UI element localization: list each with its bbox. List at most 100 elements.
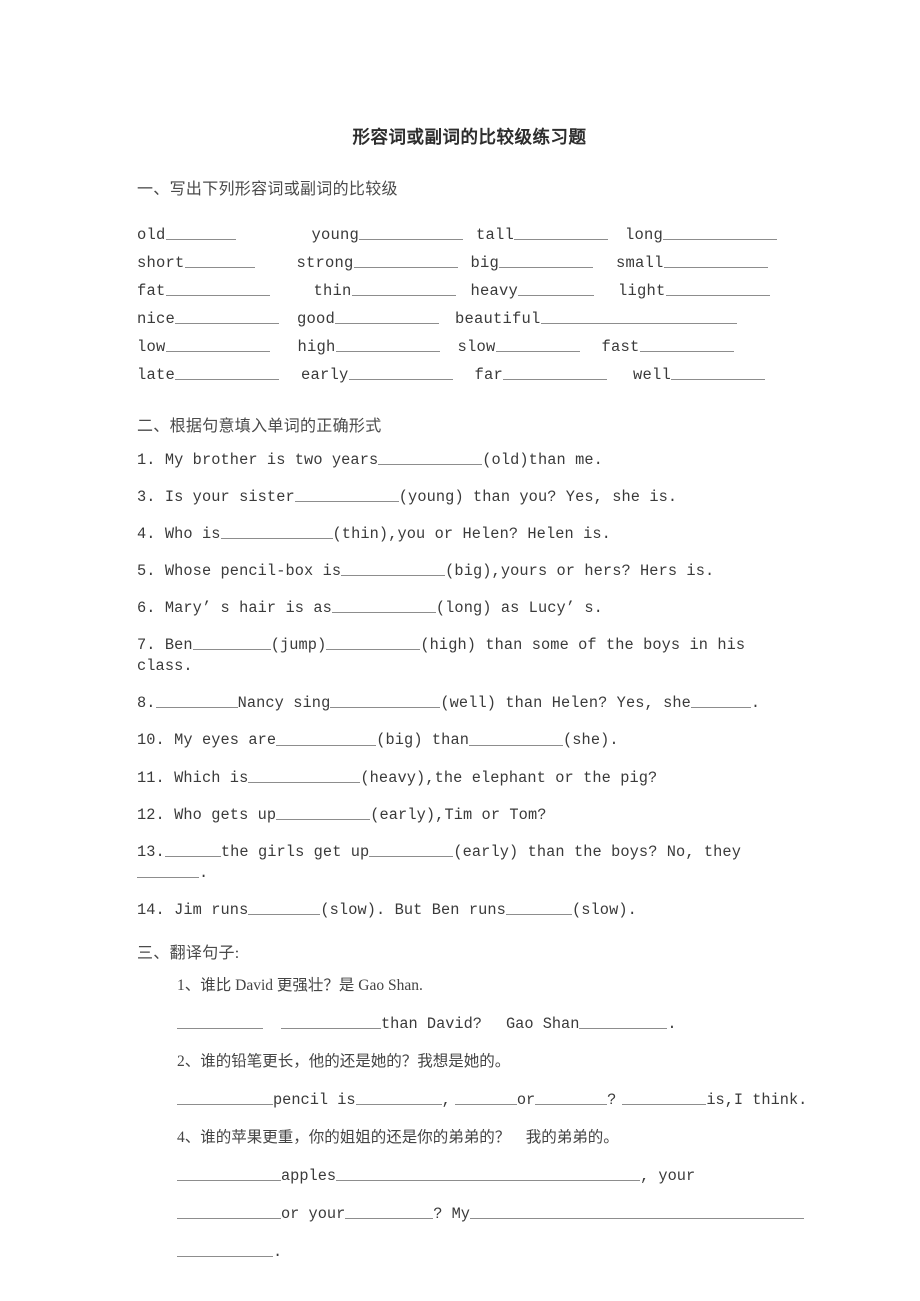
answer-blank[interactable] <box>341 561 446 577</box>
comparative-blank[interactable] <box>175 365 280 380</box>
translation-prompt: 2、谁的铅笔更长，他的还是她的？我想是她的。 <box>177 1052 511 1070</box>
question-item: 1. My brother is two years (old)than me. <box>137 450 802 471</box>
word-entry: early <box>301 361 453 389</box>
question-item: 14. Jim runs (slow). But Ben runs (slow). <box>137 900 802 921</box>
comparative-blank[interactable] <box>665 281 770 296</box>
answer-blank[interactable] <box>622 1090 707 1105</box>
translation-answer-line: or your ? My <box>177 1203 804 1225</box>
question-text: 5. Whose pencil-box is <box>137 562 342 581</box>
comparative-blank[interactable] <box>671 365 766 380</box>
question-text: the girls get up <box>220 842 370 861</box>
answer-blank[interactable] <box>535 1090 608 1105</box>
question-text: 6. Mary’ s hair is as <box>137 599 332 618</box>
word-list-row: short strong big small <box>137 249 802 277</box>
translation-text: apples <box>281 1166 337 1185</box>
comparative-blank[interactable] <box>335 337 440 352</box>
answer-blank[interactable] <box>220 524 333 540</box>
question-item: 12. Who gets up (early),Tim or Tom? <box>137 805 802 826</box>
comparative-blank[interactable] <box>335 309 440 324</box>
comparative-blank[interactable] <box>165 281 270 296</box>
word-label: slow <box>457 338 496 356</box>
section-3-heading: 三、翻译句子: <box>137 944 240 962</box>
word-label: tall <box>476 226 515 244</box>
translation-answer-line: pencil is, or? is,I think. <box>177 1089 807 1111</box>
section-1-heading: 一、写出下列形容词或副词的比较级 <box>137 181 398 198</box>
comparative-blank[interactable] <box>499 253 594 268</box>
answer-blank[interactable] <box>331 598 436 614</box>
answer-blank[interactable] <box>281 1014 381 1029</box>
answer-blank[interactable] <box>177 1014 263 1029</box>
answer-blank[interactable] <box>177 1090 273 1105</box>
comparative-blank[interactable] <box>165 225 236 240</box>
page-title: 形容词或副词的比较级练习题 <box>352 127 587 147</box>
answer-blank[interactable] <box>155 693 238 709</box>
comparative-blank[interactable] <box>351 281 456 296</box>
question-text: 14. Jim runs <box>137 900 249 919</box>
translation-answer-line: than David? Gao Shan. <box>177 1013 802 1035</box>
answer-blank[interactable] <box>177 1204 281 1219</box>
answer-blank[interactable] <box>276 730 377 746</box>
answer-blank[interactable] <box>378 450 483 466</box>
translation-answer-line: . <box>177 1241 802 1263</box>
answer-blank[interactable] <box>177 1166 281 1181</box>
answer-blank[interactable] <box>177 1242 273 1257</box>
translation-text: than David? <box>381 1014 482 1033</box>
translation-text: , <box>441 1090 451 1109</box>
question-text: 4. Who is <box>137 525 221 544</box>
word-entry: good <box>297 305 440 333</box>
word-list-row: fat thin heavy light <box>137 277 802 305</box>
answer-blank[interactable] <box>137 863 199 878</box>
comparative-blank[interactable] <box>639 337 734 352</box>
comparative-blank[interactable] <box>540 309 737 324</box>
fill-in-blank-question-list: 1. My brother is two years (old)than me. 3… <box>137 450 802 921</box>
comparative-blank[interactable] <box>514 225 609 240</box>
answer-blank[interactable] <box>469 730 563 746</box>
question-text: 3. Is your sister <box>137 488 295 507</box>
comparative-blank[interactable] <box>518 281 595 296</box>
question-text: (old)than me. <box>482 451 603 470</box>
answer-blank[interactable] <box>454 1090 517 1105</box>
answer-blank[interactable] <box>330 693 441 709</box>
answer-blank[interactable] <box>369 842 454 857</box>
answer-blank[interactable] <box>294 487 399 503</box>
answer-blank[interactable] <box>345 1204 434 1219</box>
question-item: 10. My eyes are (big) than (she). <box>137 730 802 751</box>
answer-blank[interactable] <box>505 900 572 915</box>
question-item: 13. the girls get up (early) than the boys… <box>137 842 802 884</box>
answer-blank[interactable] <box>469 1204 804 1219</box>
word-list-row: late early far well <box>137 361 802 389</box>
answer-blank[interactable] <box>248 768 361 783</box>
word-label: long <box>625 226 664 244</box>
question-text: 7. Ben <box>137 636 193 655</box>
translation-prompt: 4、谁的苹果更重，你的姐姐的还是你的弟弟的？ 我的弟弟的。 <box>177 1128 619 1146</box>
answer-blank[interactable] <box>355 1090 442 1105</box>
comparative-blank[interactable] <box>663 225 778 240</box>
question-text: (big),yours or hers? Hers is. <box>445 562 715 581</box>
answer-blank[interactable] <box>690 693 751 709</box>
comparative-blank[interactable] <box>175 309 280 324</box>
word-label: beautiful <box>455 310 541 328</box>
word-list-row: old young tall long <box>137 221 802 249</box>
answer-blank[interactable] <box>579 1014 668 1029</box>
question-text: 8. <box>137 694 156 713</box>
answer-blank[interactable] <box>276 805 371 820</box>
question-text: 1. My brother is two years <box>137 451 379 470</box>
comparative-blank[interactable] <box>184 253 255 268</box>
comparative-blank[interactable] <box>353 253 458 268</box>
question-item: 5. Whose pencil-box is (big),yours or her… <box>137 561 802 582</box>
word-label: low <box>137 338 166 356</box>
answer-blank[interactable] <box>248 900 321 915</box>
comparative-blank[interactable] <box>359 225 464 240</box>
comparative-blank[interactable] <box>503 365 608 380</box>
answer-blank[interactable] <box>336 1166 641 1181</box>
comparative-blank[interactable] <box>663 253 768 268</box>
answer-blank[interactable] <box>164 842 221 857</box>
translation-text: Gao Shan <box>505 1014 580 1033</box>
comparative-blank[interactable] <box>495 337 580 352</box>
translation-text: ? <box>607 1090 617 1109</box>
comparative-blank[interactable] <box>348 365 453 380</box>
answer-blank[interactable] <box>326 635 421 651</box>
word-label: early <box>301 366 349 384</box>
answer-blank[interactable] <box>192 635 271 651</box>
comparative-blank[interactable] <box>165 337 270 352</box>
